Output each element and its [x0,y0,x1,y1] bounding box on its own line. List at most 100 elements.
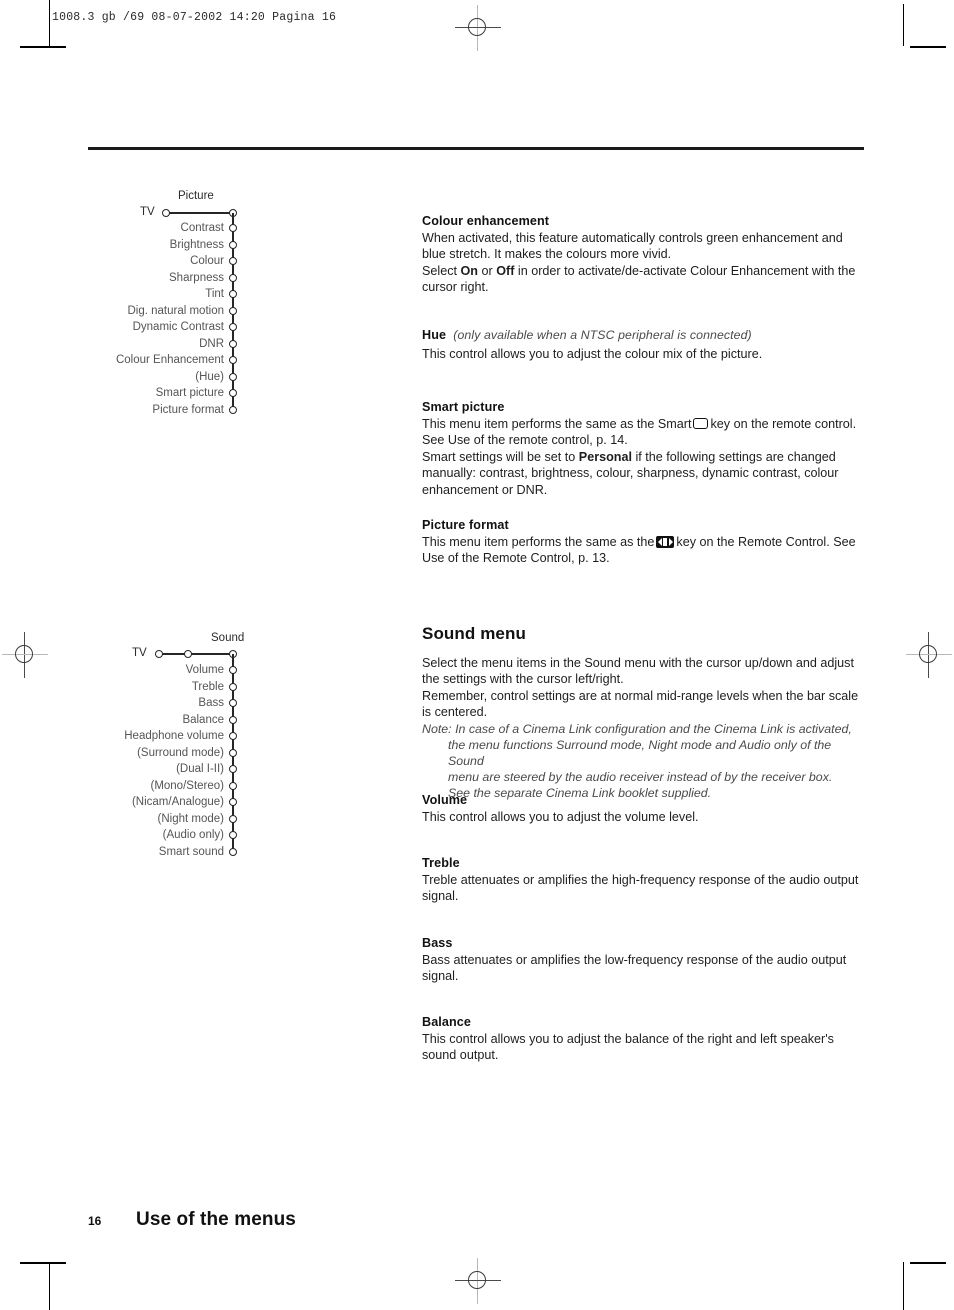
crop-mark-bottom-right-horizontal [910,1262,946,1264]
picture-tree-item-node[interactable] [229,257,237,265]
hue-section: Hue (only available when a NTSC peripher… [422,328,868,362]
footer-title: Use of the menus [136,1209,296,1230]
pf-p1-a: This menu item performs the same as the [422,535,655,549]
sound-tree-item-node[interactable] [229,666,237,674]
crop-mark-top-left-vertical [49,0,50,46]
picture-tree-item-label: Smart picture [155,387,224,399]
picture-tree-item-node[interactable] [229,306,237,315]
picture-format-key-icon [656,536,675,548]
sound-tree-item-node[interactable] [229,781,237,790]
sound-tree-item-node[interactable] [229,748,237,757]
bass-section: Bass Bass attenuates or amplifies the lo… [422,936,868,985]
picture-tree-root-label: TV [140,206,155,218]
balance-para-1: This control allows you to adjust the ba… [422,1032,834,1063]
treble-para-1: Treble attenuates or amplifies the high-… [422,873,859,904]
sound-menu-para-2: Remember, control settings are at normal… [422,688,859,720]
crop-mark-top-right-vertical [903,4,904,46]
sound-tree-item-node[interactable] [229,715,237,724]
sound-tree-item-label: (Nicam/Analogue) [131,796,224,808]
sound-tree-root-connector [162,653,233,655]
picture-tree-item-node[interactable] [229,240,237,249]
colour-enhancement-para-2: Select On or Off in order to activate/de… [422,263,868,296]
page-footer: 16 Use of the menus [88,1209,296,1231]
sound-tree-root-label: TV [132,647,147,659]
file-stamp: 1008.3 gb /69 08-07-2002 14:20 Pagina 16 [52,11,337,24]
picture-format-para-1: This menu item performs the same as the k… [422,534,868,567]
ce-off-value: Off [496,263,515,278]
hue-heading-label: Hue [422,328,447,342]
picture-tree-item-label: Sharpness [169,271,224,284]
treble-heading: Treble [422,856,460,870]
picture-tree-item-node[interactable] [229,405,237,414]
picture-tree-item-label: DNR [199,337,224,350]
volume-section: Volume This control allows you to adjust… [422,793,868,825]
sound-tree-item-label: Balance [182,713,224,726]
colour-enhancement-section: Colour enhancement When activated, this … [422,214,868,296]
hue-heading: Hue (only available when a NTSC peripher… [422,328,868,342]
smart-picture-section: Smart picture This menu item performs th… [422,400,868,498]
smart-picture-para-2: Smart settings will be set to Personal i… [422,449,868,498]
sound-tree-item-node[interactable] [229,798,237,806]
sound-tree-item-node[interactable] [229,682,237,691]
colour-enhancement-para-1: When activated, this feature automatical… [422,231,843,262]
sound-tree-item-label: (Night mode) [157,812,224,825]
picture-tree-item-label: Colour Enhancement [115,354,224,366]
sound-menu-note: Note: In case of a Cinema Link configura… [422,721,868,802]
crop-mark-top-left-horizontal [20,46,66,48]
balance-section: Balance This control allows you to adjus… [422,1015,868,1064]
picture-tree-item-node[interactable] [229,323,237,331]
picture-tree-item-node[interactable] [229,290,237,298]
sound-tree-item-label: (Dual I-II) [176,763,224,775]
sound-tree-item-label: Smart sound [158,845,224,858]
registration-mark-right [906,632,952,678]
picture-format-section: Picture format This menu item performs t… [422,518,868,567]
sound-tree-item-node[interactable] [229,831,237,839]
crop-mark-top-right-horizontal [910,46,946,48]
note-line-2: the menu functions Surround mode, Night … [448,737,832,769]
ce-p2-a: Select [422,263,461,278]
hue-para-1: This control allows you to adjust the co… [422,347,763,361]
sound-tree-item-label: Volume [185,664,224,676]
picture-tree-item-label: Contrast [180,222,224,234]
sound-tree-item-label: Headphone volume [124,730,224,742]
registration-mark-top [455,5,501,51]
picture-tree-item-label: Colour [190,255,224,267]
sound-tree-item-label: (Surround mode) [137,746,224,759]
sound-tree-item-label: (Audio only) [162,829,224,841]
bass-heading: Bass [422,936,453,950]
sound-tree-item-node[interactable] [229,814,237,823]
smart-picture-para-1: This menu item performs the same as the … [422,416,868,449]
page-number: 16 [88,1214,102,1228]
sp-personal-value: Personal [578,449,632,464]
crop-mark-bottom-right-vertical [903,1262,904,1310]
picture-tree-item-node[interactable] [229,273,237,282]
smart-key-icon [693,418,709,429]
sound-menu-section: Sound menu Select the menu items in the … [422,624,868,802]
picture-tree-item-label: (Hue) [195,370,224,383]
sound-tree-mid-node[interactable] [184,650,192,658]
picture-tree-root-connector [169,212,233,214]
volume-para-1: This control allows you to adjust the vo… [422,810,699,824]
sound-tree-item-node[interactable] [229,732,237,740]
picture-tree-title: Picture [178,190,214,202]
ce-on-value: On [460,263,479,278]
picture-tree-item-label: Dig. natural motion [127,304,224,317]
sound-tree-item-node[interactable] [229,699,237,707]
crop-mark-bottom-left-vertical [49,1262,50,1310]
sound-tree-item-node[interactable] [229,847,237,856]
colour-enhancement-heading: Colour enhancement [422,214,550,228]
crop-mark-bottom-left-horizontal [20,1262,66,1264]
picture-tree-item-label: Brightness [169,238,224,251]
picture-tree-item-node[interactable] [229,224,237,232]
picture-tree-item-label: Dynamic Contrast [132,321,224,333]
sound-tree-item-label: (Mono/Stereo) [150,779,224,792]
picture-tree-item-node[interactable] [229,356,237,364]
picture-tree-item-node[interactable] [229,372,237,381]
picture-tree-item-node[interactable] [229,389,237,397]
sound-tree-item-node[interactable] [229,765,237,773]
volume-heading: Volume [422,793,468,807]
picture-tree-item-node[interactable] [229,339,237,348]
sound-menu-heading: Sound menu [422,624,526,643]
header-rule [88,147,864,150]
picture-tree-item-label: Picture format [152,403,224,416]
